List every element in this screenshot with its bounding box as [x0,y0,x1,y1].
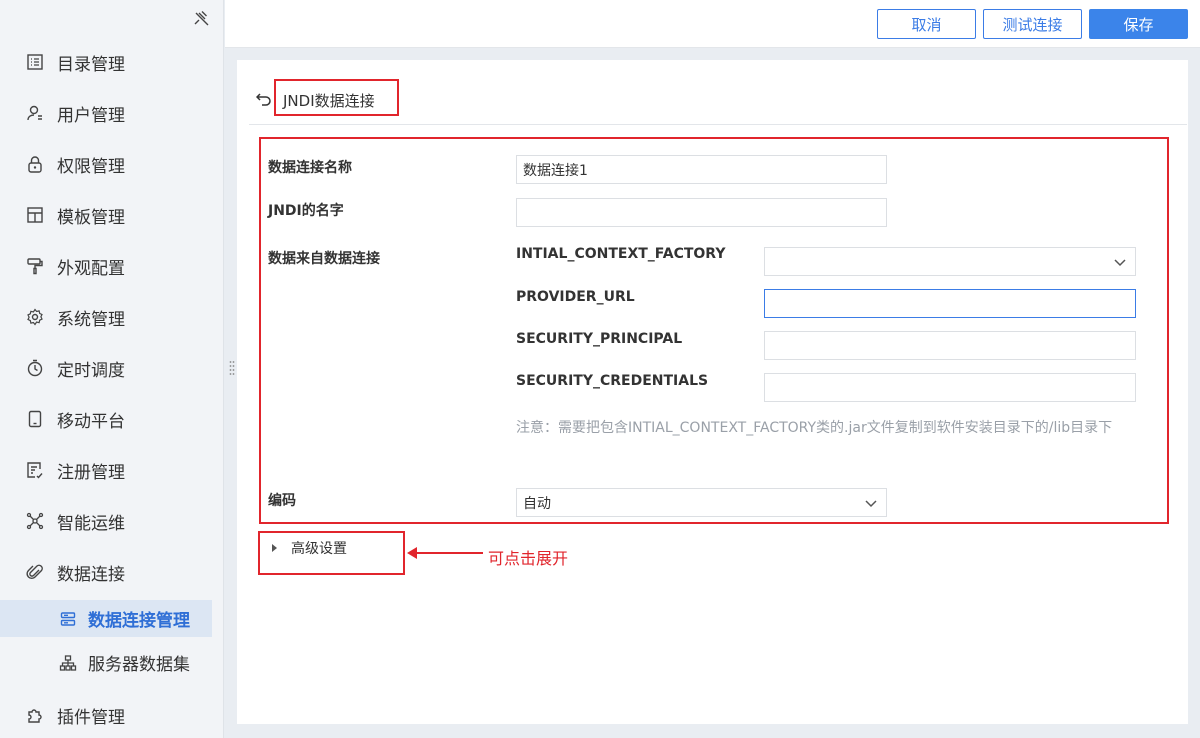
sidebar-item-label: 系统管理 [57,309,125,330]
sidebar-item-label: 目录管理 [57,54,125,75]
caret-right-icon [272,544,277,552]
advanced-settings-toggle[interactable]: 高级设置 [272,538,347,558]
sidebar: 目录管理 用户管理 权限管理 模板管理 外观配置 系统管理 定时调度 移动平台 … [0,0,224,738]
encoding-label: 编码 [268,493,296,509]
title-divider [249,124,1187,125]
security-principal-input[interactable] [764,331,1136,360]
encoding-value: 自动 [523,495,551,512]
back-arrow-icon[interactable] [256,92,272,106]
sidebar-item-label: 定时调度 [57,360,125,381]
sidebar-item-label: 移动平台 [57,411,125,432]
provider-url-input[interactable] [764,289,1136,318]
jndi-name-label: JNDI的名字 [268,203,344,219]
chevron-down-icon [865,500,877,508]
sidebar-item-label: 外观配置 [57,258,125,279]
user-icon [24,102,46,124]
sidebar-item-templates[interactable]: 模板管理 [0,195,224,235]
sidebar-item-label: 智能运维 [57,513,125,534]
context-factory-select[interactable] [764,247,1136,276]
test-connection-button[interactable]: 测试连接 [983,9,1082,39]
sidebar-item-data-connection[interactable]: 数据连接 [0,552,224,592]
sidebar-item-label: 数据连接管理 [88,611,190,631]
puzzle-icon [24,704,46,726]
encoding-select[interactable]: 自动 [516,488,887,517]
resize-handle[interactable] [229,360,235,376]
security-principal-label: SECURITY_PRINCIPAL [516,331,683,347]
sidebar-item-mobile[interactable]: 移动平台 [0,399,224,439]
sidebar-item-label: 服务器数据集 [88,655,190,675]
database-icon [57,608,79,630]
cancel-button[interactable]: 取消 [877,9,976,39]
source-label: 数据来自数据连接 [268,251,380,267]
connection-name-input[interactable]: 数据连接1 [516,155,887,184]
hierarchy-icon [57,652,79,674]
connection-name-label: 数据连接名称 [268,160,352,176]
sidebar-item-label: 数据连接 [57,564,125,585]
tablet-icon [24,408,46,430]
jar-note: 注意：需要把包含INTIAL_CONTEXT_FACTORY类的.jar文件复制… [516,420,1113,436]
highlight-box-title [274,79,399,116]
advanced-settings-label: 高级设置 [291,541,347,557]
callout-text: 可点击展开 [488,549,569,568]
sidebar-item-scheduling[interactable]: 定时调度 [0,348,224,388]
sidebar-item-label: 权限管理 [57,156,125,177]
sidebar-item-system[interactable]: 系统管理 [0,297,224,337]
security-credentials-input[interactable] [764,373,1136,402]
sidebar-item-appearance[interactable]: 外观配置 [0,246,224,286]
context-factory-label: INTIAL_CONTEXT_FACTORY [516,246,726,262]
sidebar-item-smart-ops[interactable]: 智能运维 [0,501,224,541]
paint-roller-icon [24,255,46,277]
jndi-name-input[interactable] [516,198,887,227]
security-credentials-label: SECURITY_CREDENTIALS [516,373,709,389]
lock-icon [24,153,46,175]
unpin-icon[interactable] [193,10,211,28]
gear-icon [24,306,46,328]
sidebar-item-label: 插件管理 [57,707,125,728]
provider-url-label: PROVIDER_URL [516,289,635,305]
sidebar-item-label: 模板管理 [57,207,125,228]
sidebar-subitem-connection-management[interactable]: 数据连接管理 [0,600,212,637]
list-icon [24,51,46,73]
sidebar-item-permissions[interactable]: 权限管理 [0,144,224,184]
save-button[interactable]: 保存 [1089,9,1188,39]
arrow-left-icon [407,547,483,559]
chevron-down-icon [1114,259,1126,267]
sidebar-item-plugins[interactable]: 插件管理 [0,695,224,735]
template-icon [24,204,46,226]
sidebar-item-users[interactable]: 用户管理 [0,93,224,133]
sidebar-item-label: 用户管理 [57,105,125,126]
sidebar-item-label: 注册管理 [57,462,125,483]
paperclip-icon [24,561,46,583]
sidebar-item-registration[interactable]: 注册管理 [0,450,224,490]
sidebar-subitem-server-dataset[interactable]: 服务器数据集 [0,644,212,681]
register-icon [24,459,46,481]
sidebar-item-catalog[interactable]: 目录管理 [0,42,224,82]
timer-icon [24,357,46,379]
network-icon [24,510,46,532]
